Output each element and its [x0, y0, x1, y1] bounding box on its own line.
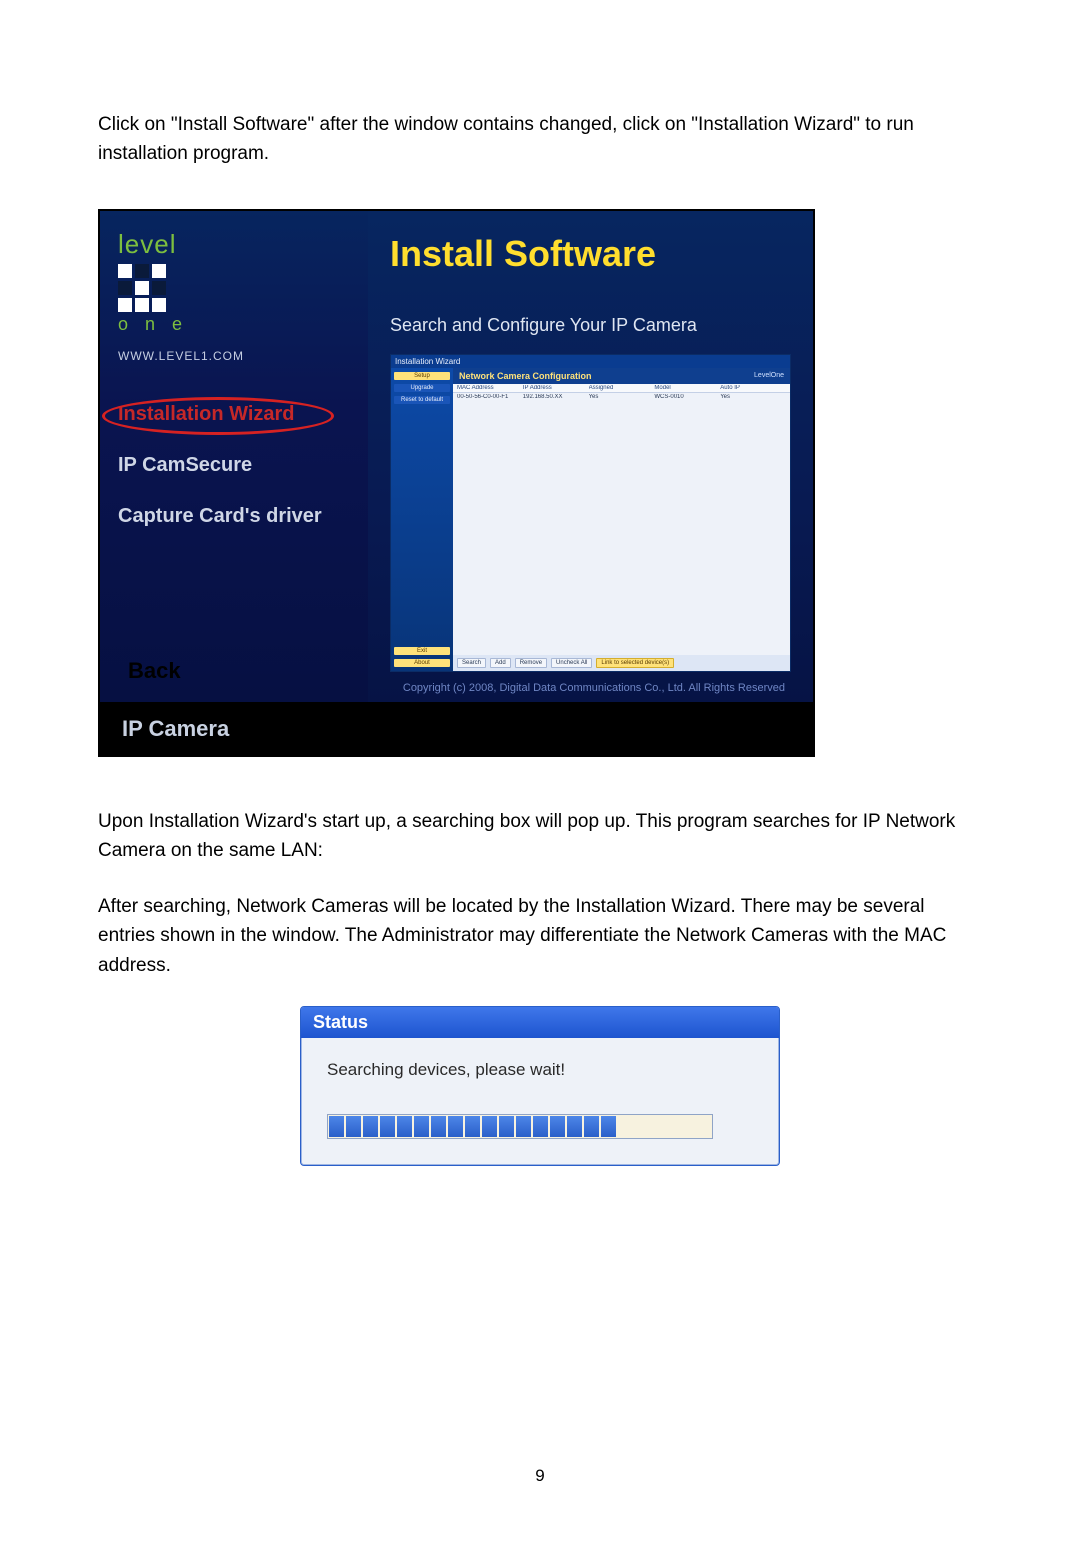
nav-back[interactable]: Back [118, 658, 350, 684]
nav-capture-card-driver[interactable]: Capture Card's driver [118, 505, 350, 528]
intro-paragraph-2: Upon Installation Wizard's start up, a s… [98, 807, 982, 866]
wizard-uncheck-button[interactable]: Uncheck All [551, 658, 592, 668]
progress-segment [567, 1116, 582, 1137]
col-ip: IP Address [523, 385, 589, 391]
progress-segment [584, 1116, 599, 1137]
progress-segment [465, 1116, 480, 1137]
status-titlebar: Status [301, 1007, 779, 1038]
nav-ip-camsecure[interactable]: IP CamSecure [118, 454, 350, 477]
progress-segment [380, 1116, 395, 1137]
wizard-upgrade-button[interactable]: Upgrade [394, 384, 450, 392]
cell-model: WCS-0010 [654, 394, 720, 400]
wizard-bottom-toolbar: Search Add Remove Uncheck All Link to se… [453, 655, 790, 671]
wizard-exit-button[interactable]: Exit [394, 647, 450, 655]
progress-bar [327, 1114, 713, 1139]
progress-segment [414, 1116, 429, 1137]
brand-logo: level o n e [118, 229, 350, 335]
wizard-link-button[interactable]: Link to selected device(s) [596, 658, 674, 668]
col-model: Model [654, 385, 720, 391]
install-software-title: Install Software [390, 233, 791, 275]
cell-ip: 192.168.50.XX [523, 394, 589, 400]
page-number: 9 [98, 1466, 982, 1486]
cell-mac: 00-50-56-C0-00-F1 [457, 394, 523, 400]
progress-segment [516, 1116, 531, 1137]
col-assigned: Assigned [589, 385, 655, 391]
status-message: Searching devices, please wait! [327, 1060, 753, 1080]
logo-one: o n e [118, 314, 350, 335]
wizard-preview-window: Installation Wizard Setup Upgrade Reset … [390, 354, 791, 672]
progress-segment [550, 1116, 565, 1137]
wizard-search-button[interactable]: Search [457, 658, 486, 668]
wizard-reset-button[interactable]: Reset to default [394, 396, 450, 404]
install-software-window: level o n e WWW.LEVEL1.COM Installation … [98, 209, 815, 757]
installer-main: Install Software Search and Configure Yo… [368, 211, 813, 702]
intro-paragraph-1: Click on "Install Software" after the wi… [98, 110, 982, 169]
wizard-header-title: Network Camera Configuration [459, 371, 592, 381]
progress-segment [397, 1116, 412, 1137]
progress-segment [431, 1116, 446, 1137]
brand-url: WWW.LEVEL1.COM [118, 349, 350, 363]
wizard-add-button[interactable]: Add [490, 658, 511, 668]
wizard-left-panel: Setup Upgrade Reset to default Exit Abou… [391, 368, 453, 671]
wizard-header-brand: LevelOne [754, 372, 784, 379]
installer-sidebar: level o n e WWW.LEVEL1.COM Installation … [100, 211, 368, 702]
wizard-setup-button[interactable]: Setup [394, 372, 450, 380]
intro-paragraph-3: After searching, Network Cameras will be… [98, 892, 982, 980]
wizard-table-header: MAC Address IP Address Assigned Model Au… [453, 384, 790, 393]
cell-auto: Yes [720, 394, 786, 400]
progress-segment [448, 1116, 463, 1137]
logo-word: level [118, 229, 350, 260]
wizard-remove-button[interactable]: Remove [515, 658, 547, 668]
copyright-text: Copyright (c) 2008, Digital Data Communi… [390, 678, 791, 702]
progress-segment [346, 1116, 361, 1137]
col-auto: Auto IP [720, 385, 786, 391]
cell-assigned: Yes [589, 394, 655, 400]
wizard-header: Network Camera Configuration LevelOne [453, 368, 790, 384]
logo-icon [118, 264, 166, 312]
installer-footer: IP Camera [100, 702, 813, 755]
progress-segment [329, 1116, 344, 1137]
wizard-titlebar: Installation Wizard [391, 355, 790, 368]
progress-segment [499, 1116, 514, 1137]
progress-segment [363, 1116, 378, 1137]
wizard-about-button[interactable]: About [394, 659, 450, 667]
progress-segment [601, 1116, 616, 1137]
nav-installation-wizard[interactable]: Installation Wizard [118, 403, 350, 426]
col-mac: MAC Address [457, 385, 523, 391]
status-dialog: Status Searching devices, please wait! [300, 1006, 780, 1166]
install-software-subtitle: Search and Configure Your IP Camera [390, 315, 791, 336]
wizard-table-row[interactable]: 00-50-56-C0-00-F1 192.168.50.XX Yes WCS-… [453, 393, 790, 401]
progress-segment [482, 1116, 497, 1137]
progress-segment [533, 1116, 548, 1137]
